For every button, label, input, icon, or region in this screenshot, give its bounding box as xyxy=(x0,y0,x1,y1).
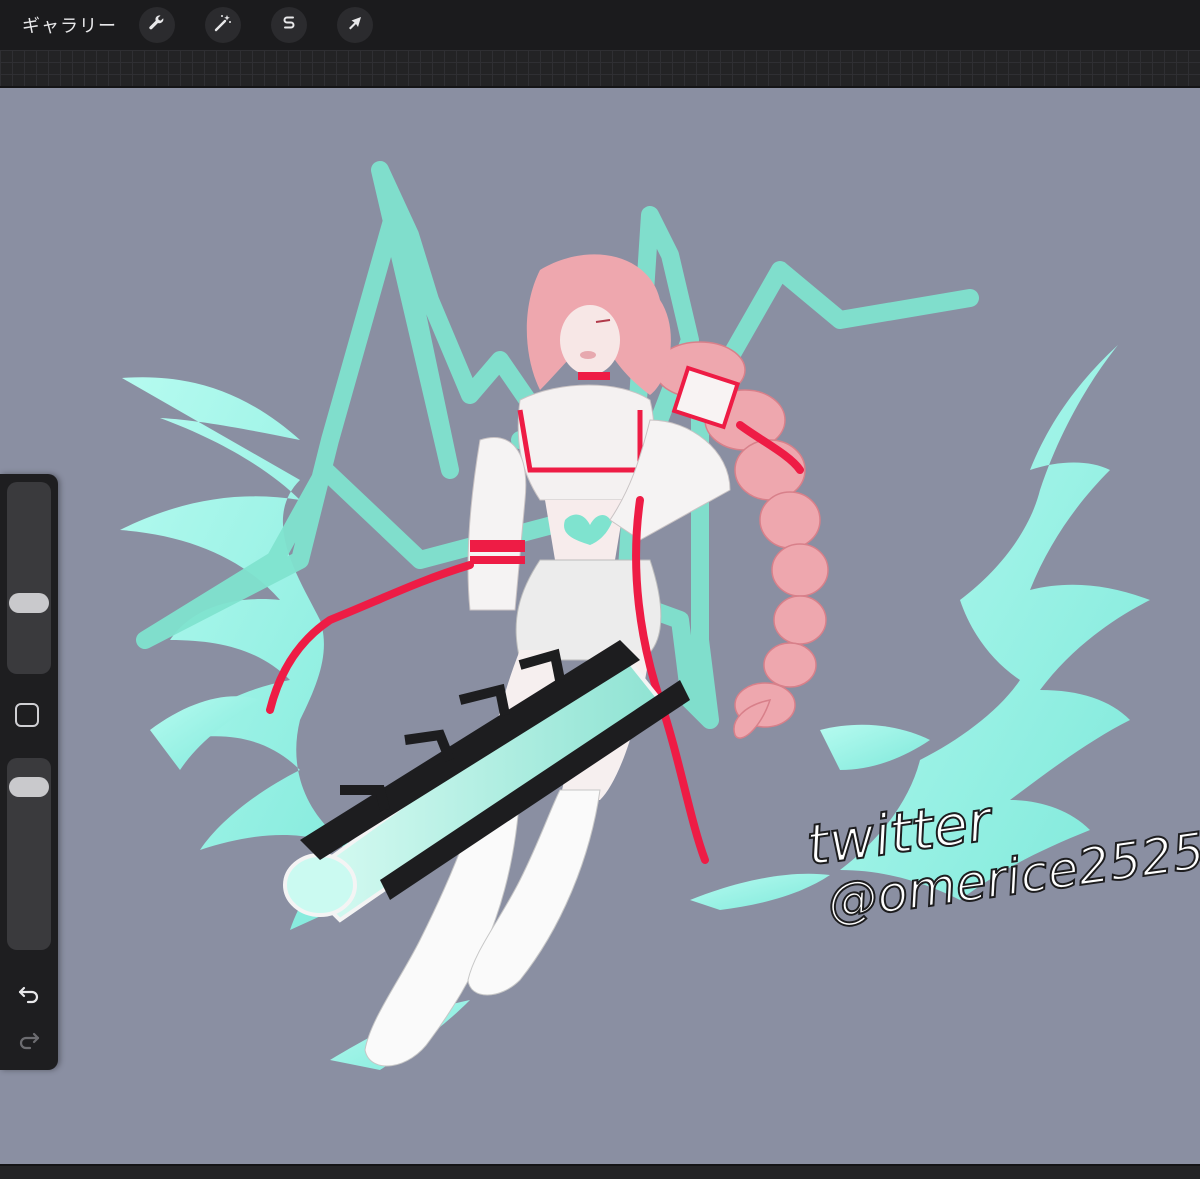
opacity-thumb[interactable] xyxy=(9,777,49,797)
selection-s-icon xyxy=(279,13,299,38)
face xyxy=(560,305,620,375)
transform-button[interactable] xyxy=(337,7,373,43)
drawing-canvas[interactable]: twitter @omerice2525 xyxy=(0,88,1200,1164)
canvas-bottom-strip xyxy=(0,1164,1200,1179)
artwork: twitter @omerice2525 xyxy=(120,161,1200,1070)
top-toolbar: ギャラリー xyxy=(0,0,1200,50)
arrow-cursor-icon xyxy=(345,13,365,38)
opacity-slider[interactable] xyxy=(7,758,51,950)
procreate-app: ギャラリー twitter @omerice2525 xyxy=(0,0,1200,1179)
actions-button[interactable] xyxy=(139,7,175,43)
square-modify-icon[interactable] xyxy=(15,703,39,727)
redo-icon xyxy=(17,1028,41,1055)
selection-button[interactable] xyxy=(271,7,307,43)
left-sidebar xyxy=(0,474,58,1070)
canvas-top-grid xyxy=(0,50,1200,88)
redo-button[interactable] xyxy=(14,1028,44,1054)
brush-size-thumb[interactable] xyxy=(9,593,49,613)
brush-size-slider[interactable] xyxy=(7,482,51,674)
gallery-button[interactable]: ギャラリー xyxy=(22,12,117,38)
wrench-icon xyxy=(147,13,167,38)
adjustments-button[interactable] xyxy=(205,7,241,43)
undo-button[interactable] xyxy=(14,982,44,1008)
undo-icon xyxy=(17,982,41,1009)
magic-wand-icon xyxy=(213,13,233,38)
